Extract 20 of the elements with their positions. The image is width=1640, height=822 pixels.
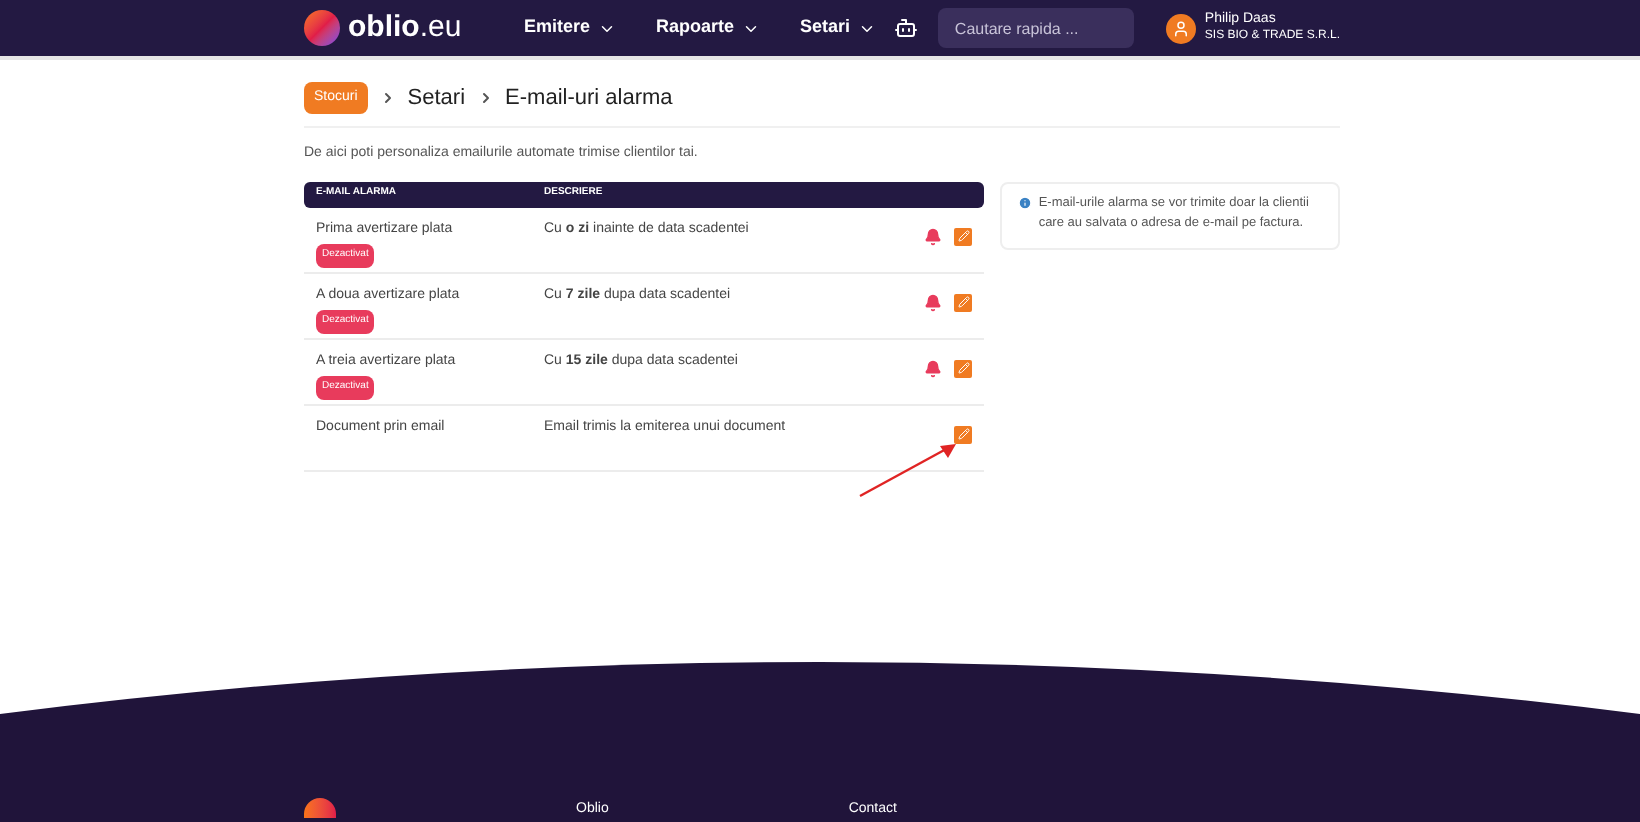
chevron-icon bbox=[477, 90, 494, 106]
robot-icon[interactable] bbox=[894, 16, 919, 40]
avatar-icon[interactable] bbox=[1166, 13, 1197, 43]
bell-icon[interactable] bbox=[924, 293, 943, 311]
nav-menu[interactable]: Emitere bbox=[524, 14, 617, 42]
edit-button[interactable] bbox=[954, 227, 973, 245]
nav-menu[interactable]: Setari bbox=[800, 14, 877, 42]
nav-menu[interactable]: Rapoarte bbox=[656, 14, 761, 42]
breadcrumb-item: E-mail-uri alarma bbox=[505, 83, 673, 114]
edit-button[interactable] bbox=[954, 359, 973, 377]
info-icon bbox=[1018, 195, 1033, 209]
logo-icon bbox=[304, 10, 340, 46]
search-field[interactable]: Cautare rapida ... bbox=[938, 8, 1135, 48]
bell-icon[interactable] bbox=[924, 359, 943, 377]
edit-button[interactable] bbox=[954, 425, 973, 443]
logo-text: oblio.eu bbox=[348, 7, 462, 48]
chevron-icon bbox=[379, 90, 396, 106]
edit-button[interactable] bbox=[954, 293, 973, 311]
breadcrumb-item: Setari bbox=[407, 83, 466, 114]
bell-icon[interactable] bbox=[924, 227, 943, 245]
